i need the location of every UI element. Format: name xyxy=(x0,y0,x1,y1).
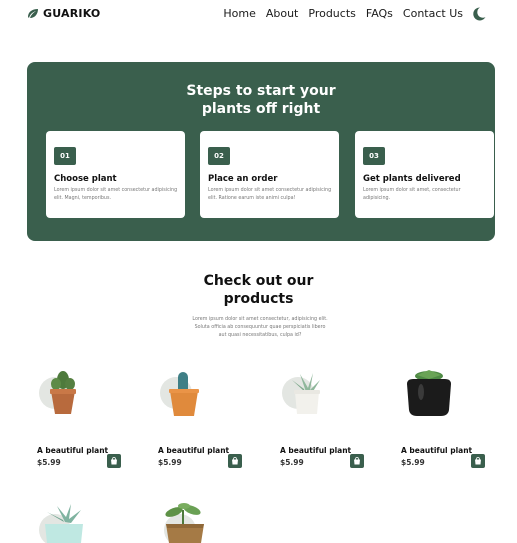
products-title: Check out our products xyxy=(0,272,517,308)
product-card[interactable] xyxy=(37,500,127,543)
products-description: Lorem ipsum dolor sit amet consectetur, … xyxy=(192,317,328,338)
nav-products[interactable]: Products xyxy=(308,7,356,20)
shopping-bag-icon xyxy=(111,457,117,465)
add-to-cart-button[interactable] xyxy=(228,454,242,468)
products-title-line1: Check out our xyxy=(203,273,314,289)
products-title-line2: products xyxy=(223,291,294,307)
product-name: A beautiful plant xyxy=(280,446,352,455)
logo-text: GUARIKO xyxy=(43,7,101,20)
step-title: Choose plant xyxy=(54,174,117,184)
product-card[interactable]: A beautiful plant $5.99 xyxy=(158,370,248,470)
plant-image xyxy=(160,372,199,416)
steps-section: Steps to start your plants off right 01 … xyxy=(27,62,495,241)
step-title: Get plants delivered xyxy=(363,174,461,184)
add-to-cart-button[interactable] xyxy=(350,454,364,468)
steps-title-line2: plants off right xyxy=(201,101,321,117)
step-card-2: 02 Place an order Lorem ipsum dolor sit … xyxy=(200,131,339,218)
plant-image xyxy=(407,370,451,416)
product-card[interactable]: A beautiful plant $5.99 xyxy=(37,370,127,470)
add-to-cart-button[interactable] xyxy=(107,454,121,468)
plant-image xyxy=(39,371,76,414)
nav-contact[interactable]: Contact Us xyxy=(403,7,463,20)
add-to-cart-button[interactable] xyxy=(471,454,485,468)
plant-image xyxy=(164,503,204,543)
plant-image xyxy=(39,504,83,543)
step-card-3: 03 Get plants delivered Lorem ipsum dolo… xyxy=(355,131,494,218)
moon-icon[interactable] xyxy=(471,6,487,22)
product-card[interactable] xyxy=(158,500,248,543)
step-number: 03 xyxy=(363,147,385,165)
step-description: Lorem ipsum dolor sit amet consectetur a… xyxy=(208,188,332,201)
product-price: $5.99 xyxy=(158,458,182,467)
steps-title-line1: Steps to start your xyxy=(186,83,336,99)
step-description: Lorem ipsum dolor sit amet, consectetur … xyxy=(363,188,461,201)
product-name: A beautiful plant xyxy=(158,446,230,455)
leaf-icon xyxy=(28,8,38,18)
product-card[interactable]: A beautiful plant $5.99 xyxy=(280,370,370,470)
product-price: $5.99 xyxy=(37,458,61,467)
product-price: $5.99 xyxy=(401,458,425,467)
nav-about[interactable]: About xyxy=(266,7,299,20)
step-number: 01 xyxy=(54,147,76,165)
logo[interactable]: GUARIKO xyxy=(27,7,100,20)
main-nav: Home About Products FAQs Contact Us xyxy=(223,7,463,20)
product-card[interactable]: A beautiful plant $5.99 xyxy=(401,370,491,470)
product-name: A beautiful plant xyxy=(37,446,109,455)
step-title: Place an order xyxy=(208,174,278,184)
shopping-bag-icon xyxy=(354,457,360,465)
shopping-bag-icon xyxy=(475,457,481,465)
step-number: 02 xyxy=(208,147,230,165)
nav-faqs[interactable]: FAQs xyxy=(366,7,393,20)
step-description: Lorem ipsum dolor sit amet consectetur a… xyxy=(54,188,178,201)
product-price: $5.99 xyxy=(280,458,304,467)
shopping-bag-icon xyxy=(232,457,238,465)
plant-image xyxy=(282,373,320,414)
product-name: A beautiful plant xyxy=(401,446,473,455)
site-header: GUARIKO Home About Products FAQs Contact… xyxy=(0,0,517,30)
steps-title: Steps to start your plants off right xyxy=(27,82,495,118)
nav-home[interactable]: Home xyxy=(223,7,255,20)
step-card-1: 01 Choose plant Lorem ipsum dolor sit am… xyxy=(46,131,185,218)
